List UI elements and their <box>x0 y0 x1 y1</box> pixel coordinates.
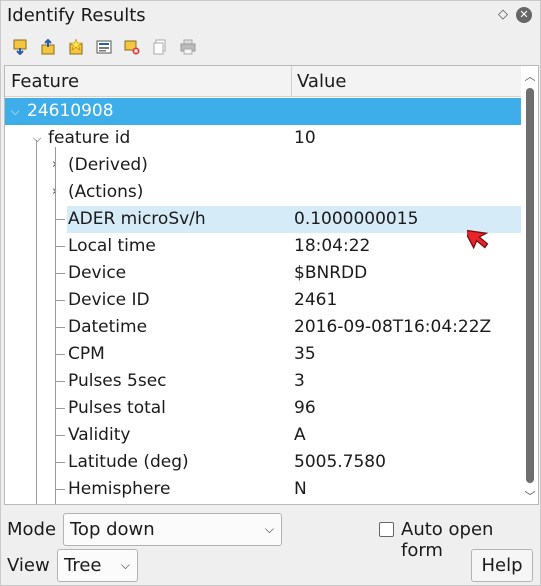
scroll-down-icon[interactable]: ﹀ <box>524 488 536 503</box>
attribute-name: Validity <box>68 425 131 445</box>
attribute-name: Latitude (deg) <box>68 452 189 472</box>
actions-group-label: (Actions) <box>68 182 144 202</box>
tree-row-attribute[interactable]: Local time 18:04:22 <box>5 233 521 260</box>
help-button[interactable]: Help <box>471 549 533 582</box>
tree-branch-line <box>55 246 65 247</box>
column-header-feature[interactable]: Feature <box>11 71 79 92</box>
root-feature-label: 24610908 <box>27 101 114 121</box>
collapse-all-icon[interactable] <box>37 36 59 58</box>
tree-row-attribute[interactable]: Datetime 2016-09-08T16:04:22Z <box>5 314 521 341</box>
attribute-name: Local time <box>68 236 156 256</box>
panel-titlebar: Identify Results ◇ ✕ <box>1 1 540 31</box>
attribute-value: 0.1000000015 <box>294 209 419 229</box>
tree-row-attribute[interactable]: CPM 35 <box>5 341 521 368</box>
tree-branch-line <box>55 435 65 436</box>
tree-branch-line <box>55 408 65 409</box>
derived-group-label: (Derived) <box>68 155 148 175</box>
tree-branch-line <box>55 462 65 463</box>
attribute-value: 18:04:22 <box>294 236 371 256</box>
tree-row-attribute[interactable]: Hemisphere N <box>5 476 521 503</box>
tree-branch-line <box>55 219 65 220</box>
chevron-down-icon: ⌵ <box>120 558 130 572</box>
close-panel-icon[interactable]: ✕ <box>516 7 532 23</box>
tree-row-root[interactable]: ⌵ 24610908 <box>5 98 521 125</box>
scroll-up-icon[interactable]: ︿ <box>524 68 536 83</box>
attribute-value: 96 <box>294 398 316 418</box>
tree-branch-line <box>55 300 65 301</box>
tree-branch-line <box>55 273 65 274</box>
attribute-name: CPM <box>68 344 105 364</box>
tree-row-derived[interactable]: › (Derived) <box>5 152 521 179</box>
tree-branch-line <box>55 327 65 328</box>
tree-row-attribute[interactable]: Pulses total 96 <box>5 395 521 422</box>
open-form-icon[interactable] <box>93 36 115 58</box>
tree-row-attribute[interactable]: Device ID 2461 <box>5 287 521 314</box>
tree-branch-line <box>55 489 65 490</box>
attribute-value: 5005.7580 <box>294 452 386 472</box>
tree-row-attribute[interactable]: Pulses 5sec 3 <box>5 368 521 395</box>
identify-results-panel: Identify Results ◇ ✕ Feature Value ⌵ 246… <box>0 0 541 586</box>
tree-row-actions[interactable]: › (Actions) <box>5 179 521 206</box>
feature-id-value: 10 <box>294 128 316 148</box>
attribute-value: 2461 <box>294 290 338 310</box>
attribute-value: N <box>294 479 307 499</box>
attribute-name: Pulses 5sec <box>68 371 167 391</box>
tree-scrollbar[interactable]: ︿ ﹀ <box>521 66 538 504</box>
attribute-value: 35 <box>294 344 316 364</box>
results-tree[interactable]: Feature Value ⌵ 24610908 ⌵ feature id 10… <box>4 65 539 505</box>
attribute-value: 2016-09-08T16:04:22Z <box>294 317 492 337</box>
tree-row-feature-id[interactable]: ⌵ feature id 10 <box>5 125 521 152</box>
mouse-cursor-icon <box>467 229 489 250</box>
attribute-name: Datetime <box>68 317 148 337</box>
float-panel-icon[interactable]: ◇ <box>495 7 511 23</box>
chevron-down-icon: ⌵ <box>264 522 274 536</box>
auto-open-form-checkbox[interactable] <box>379 522 394 537</box>
identify-toolbar <box>9 36 199 58</box>
expand-all-icon[interactable] <box>9 36 31 58</box>
tree-row-attribute[interactable]: Validity A <box>5 422 521 449</box>
tree-branch-line <box>55 354 65 355</box>
mode-label: Mode <box>7 519 57 540</box>
feature-id-label: feature id <box>48 128 131 148</box>
scrollbar-thumb[interactable] <box>526 88 534 483</box>
attribute-name: Pulses total <box>68 398 166 418</box>
tree-branch-line <box>55 147 56 504</box>
mode-select[interactable]: Top down ⌵ <box>63 513 282 546</box>
print-icon[interactable] <box>177 36 199 58</box>
chevron-down-icon[interactable]: ⌵ <box>33 132 41 146</box>
mode-select-value: Top down <box>70 519 155 540</box>
chevron-down-icon[interactable]: ⌵ <box>11 105 19 119</box>
attribute-name: ADER microSv/h <box>68 209 206 229</box>
column-header-value[interactable]: Value <box>297 71 346 92</box>
view-select[interactable]: Tree ⌵ <box>57 549 138 582</box>
tree-branch-line <box>55 381 65 382</box>
attribute-name: Device <box>68 263 127 283</box>
tree-row-attribute[interactable]: Latitude (deg) 5005.7580 <box>5 449 521 476</box>
attribute-value: 3 <box>294 371 305 391</box>
tree-branch-line <box>36 140 37 504</box>
panel-title: Identify Results <box>7 5 146 26</box>
tree-header: Feature Value <box>5 66 521 97</box>
clear-results-icon[interactable] <box>121 36 143 58</box>
attribute-value: A <box>294 425 306 445</box>
view-select-value: Tree <box>64 555 102 576</box>
copy-feature-icon[interactable] <box>149 36 171 58</box>
tree-row-attribute[interactable]: Device $BNRDD <box>5 260 521 287</box>
expand-new-icon[interactable] <box>65 36 87 58</box>
tree-row-attribute[interactable]: ADER microSv/h 0.1000000015 <box>5 206 521 233</box>
view-label: View <box>7 555 50 576</box>
attribute-name: Hemisphere <box>68 479 171 499</box>
attribute-name: Device ID <box>68 290 150 310</box>
attribute-value: $BNRDD <box>294 263 368 283</box>
